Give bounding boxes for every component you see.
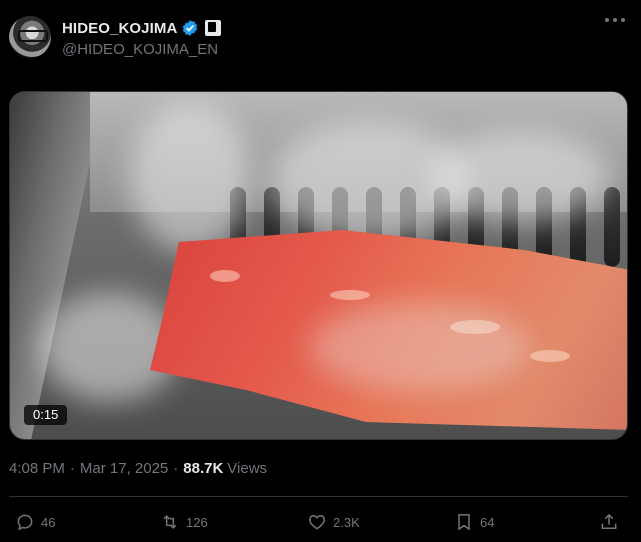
post-time[interactable]: 4:08 PM [9,460,65,477]
meta-separator-2: · [173,460,179,477]
verified-badge-icon [183,20,198,36]
like-button[interactable]: 2.3K [307,508,360,536]
bookmark-icon [458,514,470,531]
reply-count: 46 [41,514,56,530]
post-meta: 4:08 PM · Mar 17, 2025 · 88.7K Views [9,460,267,477]
more-options-icon[interactable] [605,18,625,24]
video-duration-badge: 0:15 [24,405,68,425]
video-player[interactable]: 0:15 [9,91,628,440]
like-count: 2.3K [333,514,360,530]
author-name-row: HIDEO_KOJIMA [62,18,222,38]
action-bar: 46 126 2.3K 64 [0,508,641,536]
views-count[interactable]: 88.7K [183,460,223,477]
meta-separator: · [69,460,75,477]
heart-icon [309,514,325,530]
post-date[interactable]: Mar 17, 2025 [80,460,168,477]
author-display-name[interactable]: HIDEO_KOJIMA [62,20,177,37]
avatar[interactable] [9,16,51,58]
divider [9,496,628,497]
views-label: Views [227,460,268,477]
reply-icon [17,514,33,531]
repost-count: 126 [186,514,208,530]
bookmark-button[interactable]: 64 [454,508,494,536]
share-icon[interactable] [599,512,619,532]
bookmark-count: 64 [480,514,495,530]
repost-button[interactable]: 126 [160,508,208,536]
affiliation-badge-icon[interactable] [205,20,222,36]
author-handle[interactable]: @HIDEO_KOJIMA_EN [62,41,218,58]
reply-button[interactable]: 46 [15,508,55,536]
repost-icon [163,515,177,529]
post-header: HIDEO_KOJIMA @HIDEO_KOJIMA_EN [9,14,641,62]
